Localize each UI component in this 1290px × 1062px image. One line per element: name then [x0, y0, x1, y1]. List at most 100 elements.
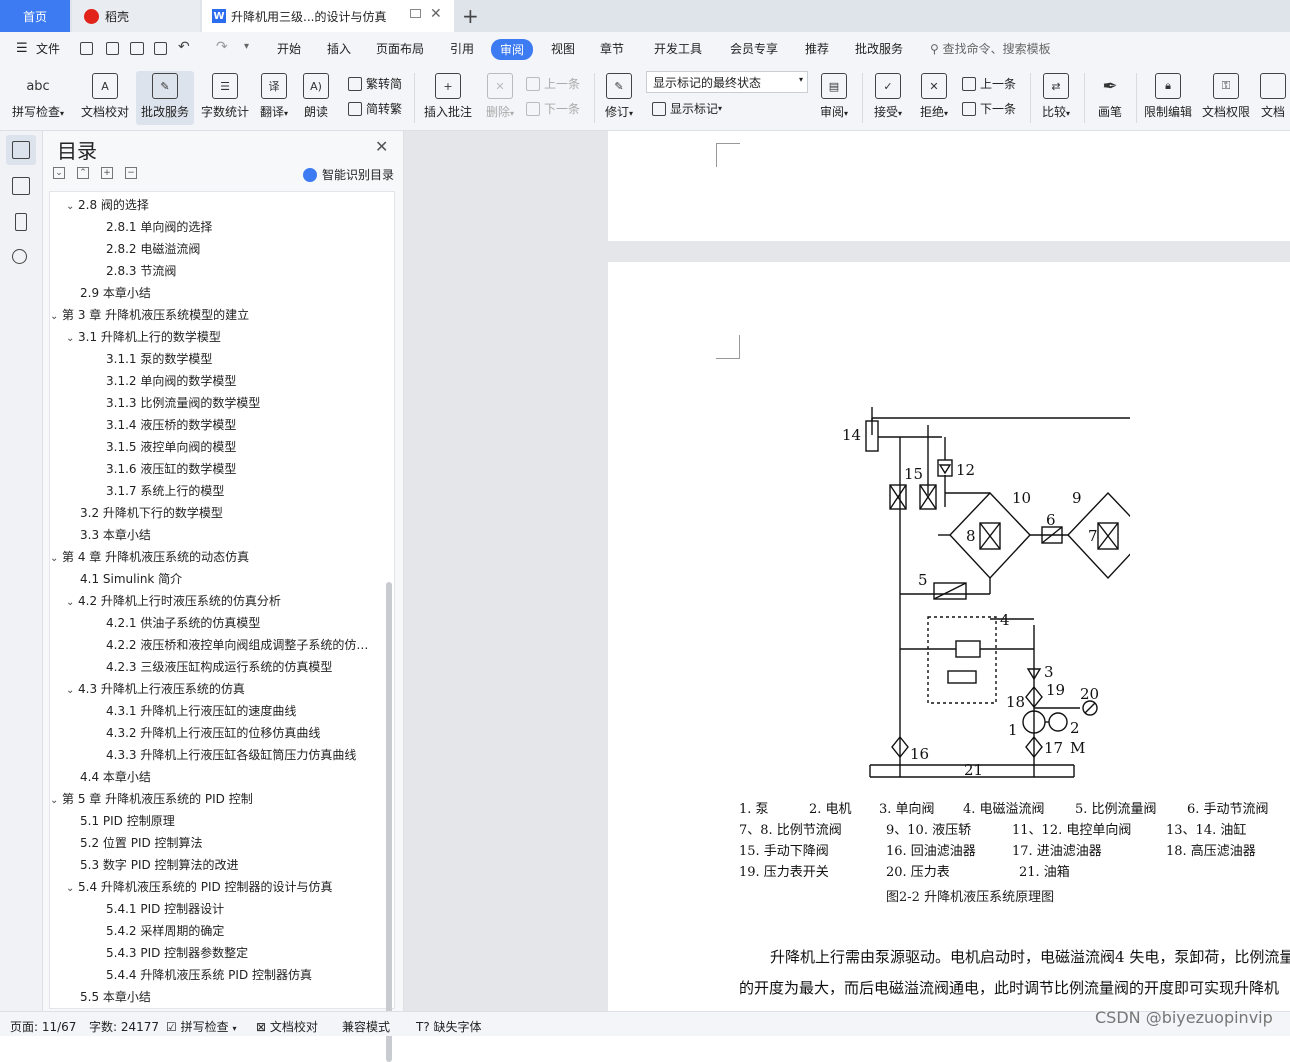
menu-developer[interactable]: 开发工具: [654, 40, 702, 57]
smart-toc-button[interactable]: 智能识别目录: [303, 166, 394, 183]
collapse-all-icon[interactable]: ⌄: [53, 167, 65, 179]
toc-item[interactable]: 4.2.1 供油子系统的仿真模型: [106, 614, 376, 631]
markup-display-select[interactable]: 显示标记的最终状态 ▾: [646, 71, 808, 93]
restrict-editing-button[interactable]: 🔒︎ 限制编辑: [1140, 71, 1196, 125]
menu-references[interactable]: 引用: [450, 40, 474, 57]
document-more-button[interactable]: 文档: [1256, 71, 1290, 125]
toc-item[interactable]: 3.1.5 液控单向阀的模型: [106, 438, 376, 455]
simplified-to-traditional-button[interactable]: 简转繁: [348, 100, 402, 117]
traditional-to-simplified-button[interactable]: 繁转简: [348, 75, 402, 92]
word-count-indicator[interactable]: 字数: 24177: [89, 1018, 159, 1035]
chevron-down-icon[interactable]: ⌄: [50, 553, 62, 564]
toc-item[interactable]: 5.4.2 采样周期的确定: [106, 922, 376, 939]
accept-button[interactable]: ✓ 接受▾: [866, 71, 910, 125]
status-proofread[interactable]: ⊠ 文档校对: [256, 1018, 318, 1035]
translate-button[interactable]: 译翻译▾: [252, 71, 296, 125]
toc-item[interactable]: 5.4.4 升降机液压系统 PID 控制器仿真: [106, 966, 376, 983]
toc-item[interactable]: 4.3.1 升降机上行液压缸的速度曲线: [106, 702, 376, 719]
toc-item[interactable]: ⌄ 第 3 章 升降机液压系统模型的建立: [50, 306, 376, 323]
toc-item[interactable]: 4.2.2 液压桥和液控单向阀组成调整子系统的仿真模型: [106, 636, 376, 653]
toc-item[interactable]: ⌄ 5.4 升降机液压系统的 PID 控制器的设计与仿真: [66, 878, 376, 895]
correction-service-button[interactable]: ✎ 批改服务: [136, 71, 194, 125]
menu-recommend[interactable]: 推荐: [805, 40, 829, 57]
chevron-down-icon[interactable]: ⌄: [50, 795, 62, 806]
toc-item[interactable]: 2.8.1 单向阀的选择: [106, 218, 376, 235]
tab-home[interactable]: 首页: [0, 0, 70, 32]
menu-review[interactable]: 审阅: [491, 39, 534, 60]
toc-item[interactable]: 4.2.3 三级液压缸构成运行系统的仿真模型: [106, 658, 376, 675]
chevron-down-icon[interactable]: ⌄: [66, 883, 78, 894]
toc-item[interactable]: 5.4.1 PID 控制器设计: [106, 900, 376, 917]
toc-item[interactable]: 3.1.7 系统上行的模型: [106, 482, 376, 499]
delete-comment-button[interactable]: ✕ 删除▾: [480, 71, 520, 125]
toc-item[interactable]: 5.3 数字 PID 控制算法的改进: [80, 856, 376, 873]
hamburger-icon[interactable]: ☰: [16, 41, 28, 56]
redo-icon[interactable]: ↷: [216, 39, 228, 55]
toc-item[interactable]: 3.2 升降机下行的数学模型: [80, 504, 376, 521]
menu-page-layout[interactable]: 页面布局: [376, 40, 424, 57]
toc-close-icon[interactable]: ✕: [375, 137, 388, 156]
pen-button[interactable]: ✒ 画笔: [1088, 71, 1132, 125]
toc-item[interactable]: 5.1 PID 控制原理: [80, 812, 376, 829]
toc-item[interactable]: 3.3 本章小结: [80, 526, 376, 543]
page-indicator[interactable]: 页面: 11/67: [10, 1018, 76, 1035]
outline-icon[interactable]: [12, 177, 30, 195]
toc-item[interactable]: 3.1.3 比例流量阀的数学模型: [106, 394, 376, 411]
menu-section[interactable]: 章节: [600, 40, 624, 57]
expand-up-icon[interactable]: ⌃: [77, 167, 89, 179]
toc-panel-icon[interactable]: [12, 141, 30, 159]
reject-button[interactable]: ✕ 拒绝▾: [912, 71, 956, 125]
tab-document[interactable]: W 升降机用三级...的设计与仿真 ✕: [202, 0, 454, 32]
export-icon[interactable]: [106, 42, 119, 55]
add-heading-icon[interactable]: +: [101, 167, 113, 179]
toc-item[interactable]: 3.1.2 单向阀的数学模型: [106, 372, 376, 389]
chevron-down-icon[interactable]: ⌄: [66, 685, 78, 696]
toc-item[interactable]: 3.1.1 泵的数学模型: [106, 350, 376, 367]
toc-item[interactable]: 5.5 本章小结: [80, 988, 376, 1005]
toc-item[interactable]: 2.8.2 电磁溢流阀: [106, 240, 376, 257]
menu-file[interactable]: 文件: [36, 40, 60, 57]
toc-item[interactable]: 3.1.4 液压桥的数学模型: [106, 416, 376, 433]
toc-item[interactable]: ⌄ 第 4 章 升降机液压系统的动态仿真: [50, 548, 376, 565]
bookmark-icon[interactable]: [15, 213, 27, 231]
menu-insert[interactable]: 插入: [327, 40, 351, 57]
chevron-down-icon[interactable]: ⌄: [50, 311, 62, 322]
menu-member[interactable]: 会员专享: [730, 40, 778, 57]
preview-icon[interactable]: [154, 42, 167, 55]
toc-item[interactable]: ⌄ 4.3 升降机上行液压系统的仿真: [66, 680, 376, 697]
tab-close-icon[interactable]: ✕: [430, 6, 442, 22]
missing-font-indicator[interactable]: T? 缺失字体: [416, 1018, 482, 1035]
toc-item[interactable]: 4.1 Simulink 简介: [80, 570, 376, 587]
next-comment-button[interactable]: 下一条: [526, 100, 580, 117]
toc-item[interactable]: 2.9 本章小结: [80, 284, 376, 301]
save-icon[interactable]: [80, 42, 93, 55]
toc-item[interactable]: 4.4 本章小结: [80, 768, 376, 785]
toc-item[interactable]: 3.1.6 液压缸的数学模型: [106, 460, 376, 477]
search-commands[interactable]: ⚲ 查找命令、搜索模板: [930, 40, 1051, 57]
toc-item[interactable]: ⌄ 3.1 升降机上行的数学模型: [66, 328, 376, 345]
toc-item[interactable]: ⌄ 2.8 阀的选择: [66, 196, 376, 213]
menu-correction[interactable]: 批改服务: [855, 40, 903, 57]
tab-daoke[interactable]: 稻壳: [72, 0, 200, 32]
toc-item[interactable]: 5.2 位置 PID 控制算法: [80, 834, 376, 851]
undo-icon[interactable]: ↶: [178, 39, 190, 55]
document-rights-button[interactable]: ⚿ 文档权限: [1198, 71, 1254, 125]
toc-item[interactable]: 2.8.3 节流阀: [106, 262, 376, 279]
chevron-down-icon[interactable]: ⌄: [66, 597, 78, 608]
toc-item[interactable]: ⌄ 4.2 升降机上行时液压系统的仿真分析: [66, 592, 376, 609]
quick-access-dropdown-icon[interactable]: ▾: [244, 41, 249, 52]
menu-view[interactable]: 视图: [551, 40, 575, 57]
print-icon[interactable]: [130, 42, 144, 55]
find-icon[interactable]: [12, 249, 27, 264]
status-spell-check[interactable]: ☑ 拼写检查 ▾: [166, 1018, 236, 1035]
menu-start[interactable]: 开始: [277, 40, 301, 57]
remove-heading-icon[interactable]: −: [125, 167, 137, 179]
toc-scrollbar[interactable]: [386, 582, 392, 1062]
revise-button[interactable]: ✎ 修订▾: [598, 71, 640, 125]
chevron-down-icon[interactable]: ⌄: [66, 201, 78, 212]
word-count-button[interactable]: ☰ 字数统计: [196, 71, 254, 125]
insert-comment-button[interactable]: + 插入批注: [420, 71, 476, 125]
chevron-down-icon[interactable]: ⌄: [66, 333, 78, 344]
spell-check-button[interactable]: abc 拼写检查▾: [6, 71, 70, 125]
review-pane-button[interactable]: ▤ 审阅▾: [812, 71, 856, 125]
